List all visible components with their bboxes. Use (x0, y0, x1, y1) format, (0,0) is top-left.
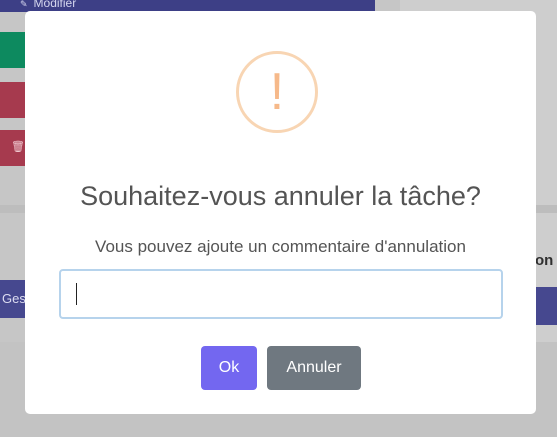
warning-icon: ! (236, 51, 318, 133)
background-manage-label: Ges (2, 291, 26, 306)
ok-button[interactable]: Ok (201, 346, 257, 390)
background-delete-button: 🗑 (0, 130, 28, 166)
cancel-button[interactable]: Annuler (267, 346, 361, 390)
trash-icon: 🗑 (11, 141, 25, 153)
background-green-button (0, 32, 28, 68)
pencil-icon: ✎ (20, 0, 28, 9)
dialog-title: Souhaitez-vous annuler la tâche? (80, 181, 481, 211)
warning-icon-glyph: ! (269, 63, 285, 121)
cancel-task-dialog: ! Souhaitez-vous annuler la tâche? Vous … (25, 11, 536, 414)
cancellation-comment-input[interactable] (59, 269, 503, 319)
background-modify-label: Modifier (33, 0, 77, 10)
background-right-label: on (535, 252, 554, 269)
text-cursor (76, 283, 77, 305)
background-red-button (0, 82, 28, 118)
background-right-button (535, 287, 557, 325)
dialog-subtitle: Vous pouvez ajoute un commentaire d'annu… (95, 237, 466, 256)
